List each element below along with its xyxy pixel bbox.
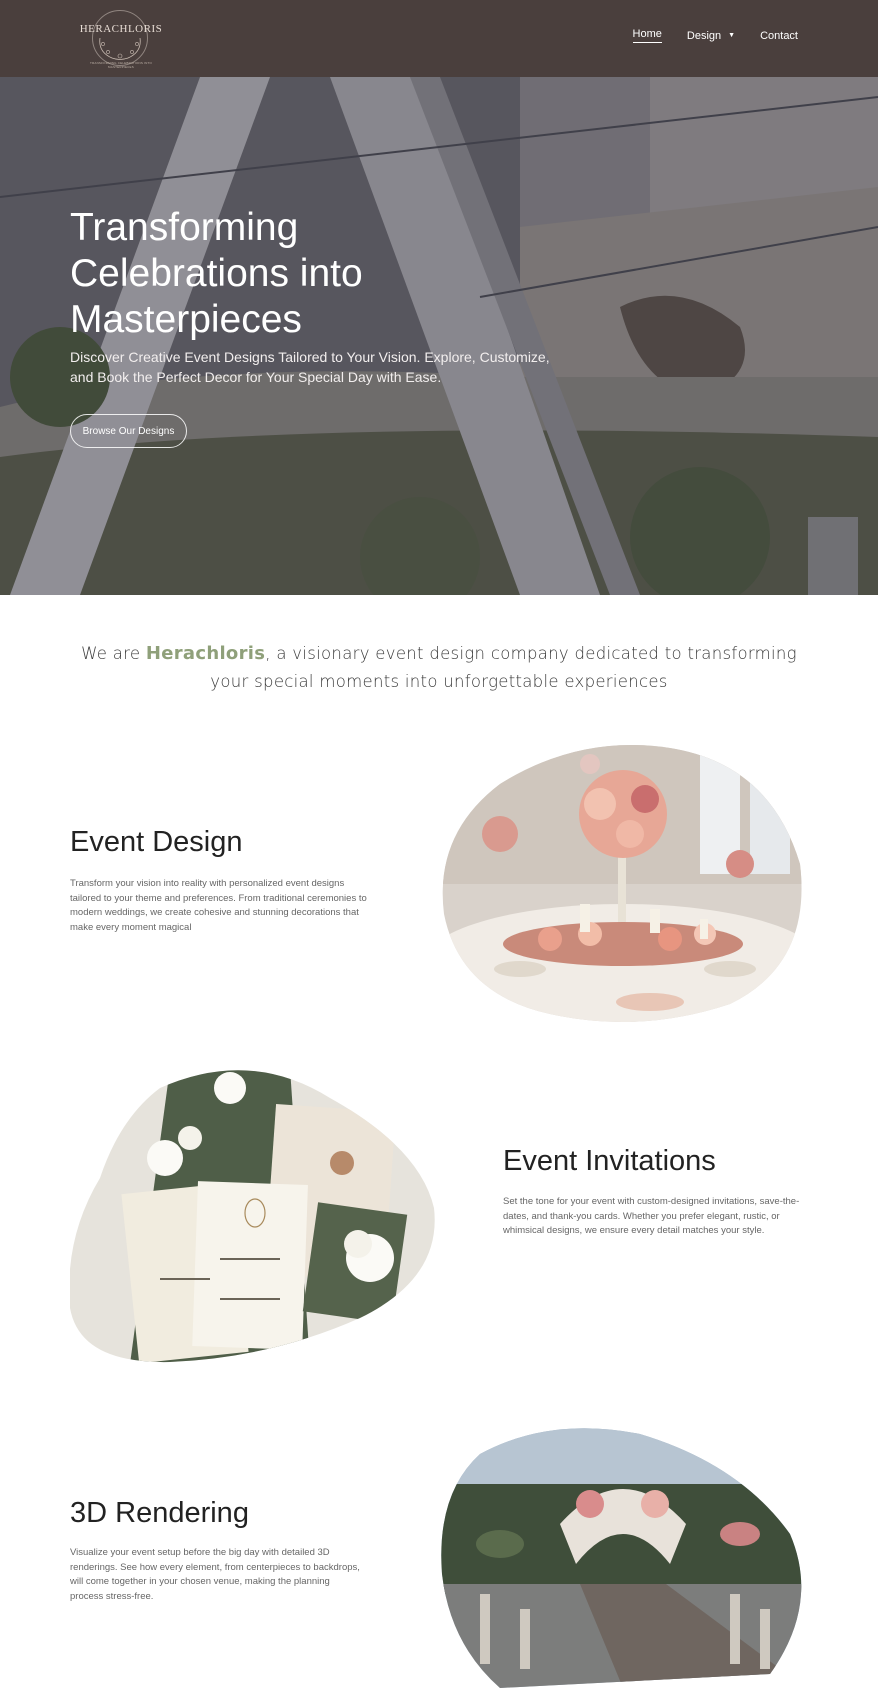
event-design-title: Event Design — [70, 826, 243, 858]
event-invitations-image — [70, 1070, 435, 1363]
nav-design-label: Design — [686, 29, 722, 42]
intro-statement: We are Herachloris, a visionary event de… — [60, 640, 818, 696]
nav-home-link[interactable]: Home — [632, 28, 662, 43]
3d-rendering-image — [441, 1428, 802, 1688]
intro-suffix: , a visionary event design company dedic… — [210, 644, 797, 691]
event-invitations-text: Set the tone for your event with custom-… — [503, 1196, 800, 1236]
3d-rendering-title: 3D Rendering — [70, 1497, 249, 1529]
event-design-image — [442, 744, 802, 1022]
hero-section: Transforming Celebrations into Masterpie… — [0, 77, 878, 595]
logo-tagline: TRANSFORMING CELEBRATIONS INTO MASTERPIE… — [89, 61, 153, 69]
hero-subtitle: Discover Creative Event Designs Tailored… — [70, 349, 550, 385]
nav-links: Home Design ▼ Contact — [608, 28, 798, 43]
hero-title: Transforming Celebrations into Masterpie… — [70, 206, 363, 341]
wreath-icon — [99, 37, 141, 60]
intro-prefix: We are — [81, 644, 146, 663]
nav-contact-link[interactable]: Contact — [760, 30, 798, 42]
event-invitations-title: Event Invitations — [503, 1145, 716, 1177]
nav-contact-label: Contact — [760, 29, 798, 42]
top-nav: HERACHLORIS TRANSFORMING CELEBRATIONS IN… — [0, 0, 878, 77]
nav-design-link[interactable]: Design ▼ — [687, 30, 735, 42]
event-design-text: Transform your vision into reality with … — [70, 878, 367, 933]
logo[interactable]: HERACHLORIS TRANSFORMING CELEBRATIONS IN… — [78, 8, 164, 69]
logo-text: HERACHLORIS — [79, 23, 163, 35]
caret-down-icon: ▼ — [728, 32, 736, 39]
browse-designs-button[interactable]: Browse Our Designs — [70, 414, 187, 448]
nav-home-label: Home — [632, 28, 662, 40]
3d-rendering-text: Visualize your event setup before the bi… — [70, 1547, 360, 1602]
brand-name: Herachloris — [145, 643, 266, 664]
